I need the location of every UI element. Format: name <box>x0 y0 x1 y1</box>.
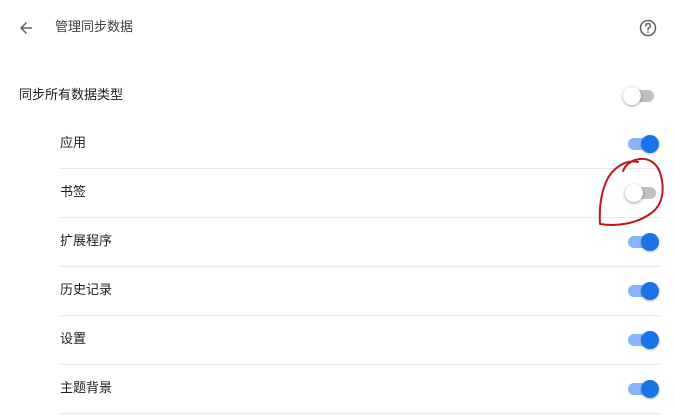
history-toggle[interactable] <box>625 281 659 301</box>
bookmarks-toggle[interactable] <box>625 183 659 203</box>
sync-item-bookmarks: 书签 <box>60 169 660 218</box>
sync-all-row: 同步所有数据类型 <box>0 72 675 120</box>
page-title: 管理同步数据 <box>55 20 134 35</box>
toggle-knob <box>641 135 659 153</box>
sync-item-list: 应用 书签 扩展程序 历史记录 设置 主题背景 <box>60 120 660 414</box>
apps-toggle[interactable] <box>625 134 659 154</box>
sync-item-history: 历史记录 <box>60 267 660 316</box>
sync-item-label: 书签 <box>60 185 87 200</box>
sync-item-apps: 应用 <box>60 120 660 169</box>
back-button[interactable] <box>14 16 38 40</box>
help-circle-icon <box>639 19 657 37</box>
arrow-back-icon <box>20 22 32 34</box>
sync-item-extensions: 扩展程序 <box>60 218 660 267</box>
themes-toggle[interactable] <box>625 379 659 399</box>
toggle-knob <box>623 87 641 105</box>
sync-item-label: 主题背景 <box>60 381 113 396</box>
sync-item-label: 应用 <box>60 136 87 151</box>
sync-item-label: 设置 <box>60 332 87 347</box>
header: 管理同步数据 <box>0 0 675 56</box>
settings-toggle[interactable] <box>625 330 659 350</box>
sync-all-toggle[interactable] <box>623 86 657 106</box>
sync-item-settings: 设置 <box>60 316 660 365</box>
sync-settings-page: 管理同步数据 同步所有数据类型 应用 书签 扩展程序 历史记录 设置 主题背景 <box>0 0 675 418</box>
sync-all-label: 同步所有数据类型 <box>19 88 124 103</box>
toggle-knob <box>641 331 659 349</box>
toggle-knob <box>625 184 643 202</box>
sync-item-label: 扩展程序 <box>60 234 113 249</box>
sync-item-themes: 主题背景 <box>60 365 660 414</box>
help-button[interactable] <box>637 17 659 39</box>
toggle-knob <box>641 380 659 398</box>
sync-item-label: 历史记录 <box>60 283 113 298</box>
extensions-toggle[interactable] <box>625 232 659 252</box>
toggle-knob <box>641 282 659 300</box>
toggle-knob <box>641 233 659 251</box>
